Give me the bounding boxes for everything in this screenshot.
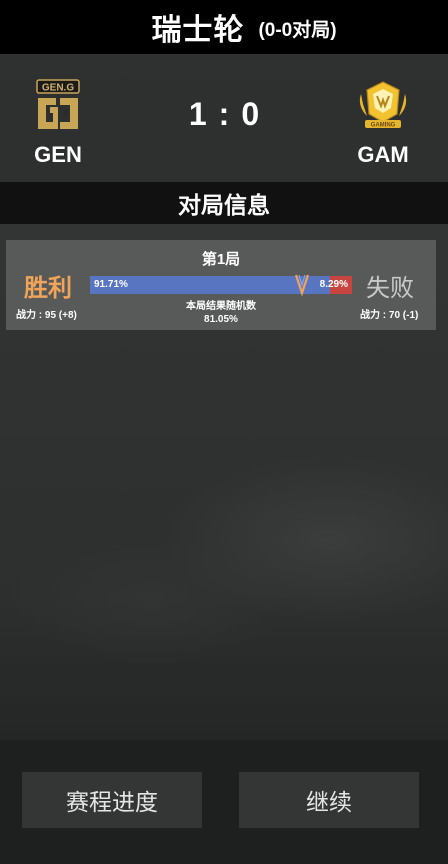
schedule-progress-button[interactable]: 赛程进度 (22, 772, 202, 828)
left-win-pct: 91.71% (94, 279, 128, 290)
left-result: 胜利 (24, 275, 72, 302)
page-title: 瑞士轮 (151, 14, 245, 47)
scoreboard: GEN.G GEN 1:0 GAMING GAM (0, 54, 448, 182)
footer: 赛程进度 继续 (0, 740, 448, 864)
logo-text: GEN.G (42, 83, 74, 94)
score-right: 0 (241, 96, 260, 132)
score-left: 1 (188, 96, 207, 132)
logo-text: GAMING (371, 123, 396, 129)
team-right-name: GAM (357, 142, 409, 167)
section-title: 对局信息 (0, 182, 448, 224)
right-result: 失败 (366, 275, 414, 302)
round-card: 第1局 胜利 失败 91.71% 8.29% 本局结果随机数 81.05% 战力… (6, 240, 436, 330)
title-bar: 瑞士轮 (0-0对局) (0, 0, 448, 54)
score-separator: : (218, 96, 230, 132)
continue-button[interactable]: 继续 (239, 772, 419, 828)
round-label: 第1局 (201, 251, 241, 268)
team-right: GAMING GAM (348, 76, 418, 168)
win-probability-bar: 91.71% 8.29% (90, 273, 352, 297)
page-subtitle: (0-0对局) (258, 19, 337, 41)
left-power: 战力 : 95 (+8) (16, 310, 77, 321)
team-left-name: GEN (34, 142, 82, 167)
random-marker-icon (295, 273, 310, 297)
right-win-pct: 8.29% (319, 279, 348, 290)
right-power: 战力 : 70 (-1) (360, 310, 419, 321)
gam-logo-icon: GAMING (353, 76, 413, 138)
